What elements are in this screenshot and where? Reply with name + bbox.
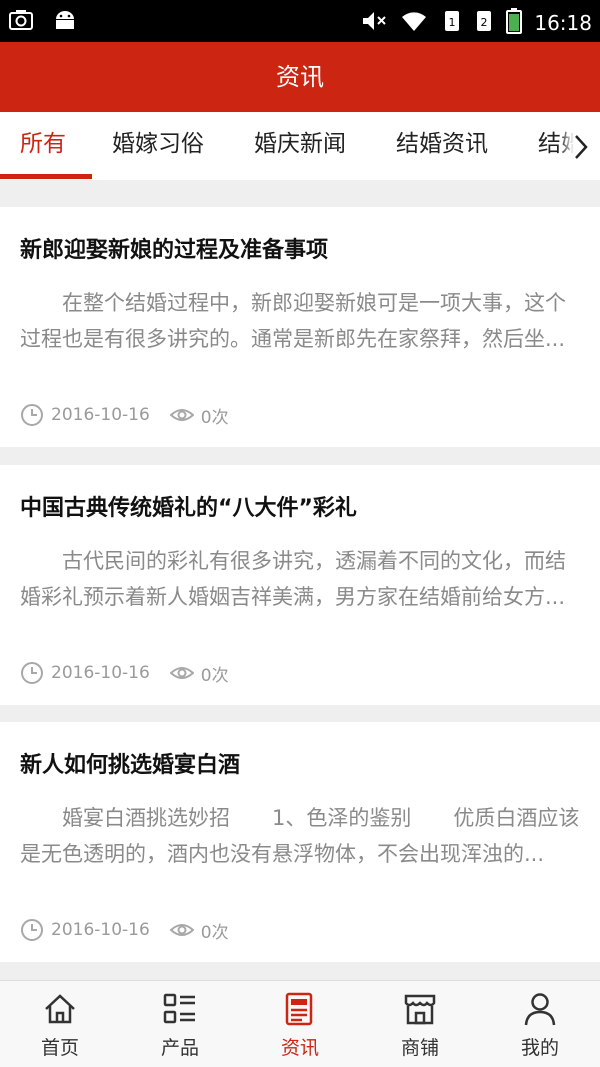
article-title: 中国古典传统婚礼的“八大件”彩礼 [20,496,357,521]
clock-icon [21,404,43,426]
android-icon [52,8,78,36]
nav-news-label: 资讯 [280,1037,319,1059]
page-title: 资讯 [0,42,600,112]
tab-scroll-right-button[interactable] [560,112,600,180]
article-title: 新郎迎娶新娘的过程及准备事项 [20,238,329,263]
nav-mine-label: 我的 [520,1037,559,1059]
status-bar: 1 2 16:18 [0,0,600,42]
article-date: 2016-10-16 [51,920,150,940]
tab-all[interactable]: 所有 [20,112,66,180]
nav-products-label: 产品 [160,1037,199,1059]
sim1-icon: 1 [442,9,462,37]
article-title: 新人如何挑选婚宴白酒 [20,753,241,778]
sim2-icon: 2 [474,9,494,37]
chevron-right-icon [575,135,588,159]
article-views: 0次 [200,407,229,428]
article-meta: 2016-10-16 0次 [20,400,229,430]
nav-news[interactable]: 资讯 [240,981,360,1067]
nav-shops[interactable]: 商铺 [360,981,480,1067]
clock-icon [21,919,43,941]
article-summary: 古代民间的彩礼有很多讲究，透漏着不同的文化，而结婚彩礼预示着新人婚姻吉祥美满，男… [20,549,566,609]
active-tab-indicator [0,174,92,179]
article-meta: 2016-10-16 0次 [20,915,229,945]
eye-icon [169,667,194,679]
article-card[interactable]: 新郎迎娶新娘的过程及准备事项 在整个结婚过程中，新郎迎娶新娘可是一项大事，这个过… [0,207,600,447]
article-date: 2016-10-16 [51,405,150,425]
article-card[interactable]: 新人如何挑选婚宴白酒 婚宴白酒挑选妙招 1、色泽的鉴别 优质白酒应该是无色透明的… [0,722,600,962]
news-icon [285,992,313,1026]
eye-icon [169,924,194,936]
wifi-icon [400,9,430,37]
tab-marriage-info[interactable]: 结婚资讯 [396,112,488,180]
svg-text:2: 2 [481,16,488,29]
article-summary: 在整个结婚过程中，新郎迎娶新娘可是一项大事，这个过程也是有很多讲究的。通常是新郎… [20,291,566,351]
eye-icon [169,409,194,421]
category-tabs: 所有 婚嫁习俗 婚庆新闻 结婚资讯 结婚 [0,112,600,180]
nav-products[interactable]: 产品 [120,981,240,1067]
article-views: 0次 [200,922,229,943]
article-date: 2016-10-16 [51,663,150,683]
article-card[interactable]: 中国古典传统婚礼的“八大件”彩礼 古代民间的彩礼有很多讲究，透漏着不同的文化，而… [0,465,600,705]
tab-wedding-customs[interactable]: 婚嫁习俗 [112,112,204,180]
home-icon [45,994,75,1024]
status-time: 16:18 [534,11,592,35]
nav-mine[interactable]: 我的 [480,981,600,1067]
screenshot-icon [8,8,34,36]
clock-icon [21,662,43,684]
tab-wedding-news[interactable]: 婚庆新闻 [254,112,346,180]
nav-home[interactable]: 首页 [0,981,120,1067]
user-icon [524,993,556,1026]
product-list-icon [163,993,195,1024]
shop-icon [404,994,436,1025]
article-views: 0次 [200,665,229,686]
battery-icon [506,8,523,38]
nav-home-label: 首页 [40,1037,79,1059]
article-meta: 2016-10-16 0次 [20,658,229,688]
nav-shops-label: 商铺 [400,1037,439,1059]
svg-text:1: 1 [449,16,456,29]
article-summary: 婚宴白酒挑选妙招 1、色泽的鉴别 优质白酒应该是无色透明的，酒内也没有悬浮物体，… [20,806,580,866]
bottom-nav: 首页 产品 资讯 商铺 我的 [0,980,600,1067]
mute-icon [360,9,388,37]
